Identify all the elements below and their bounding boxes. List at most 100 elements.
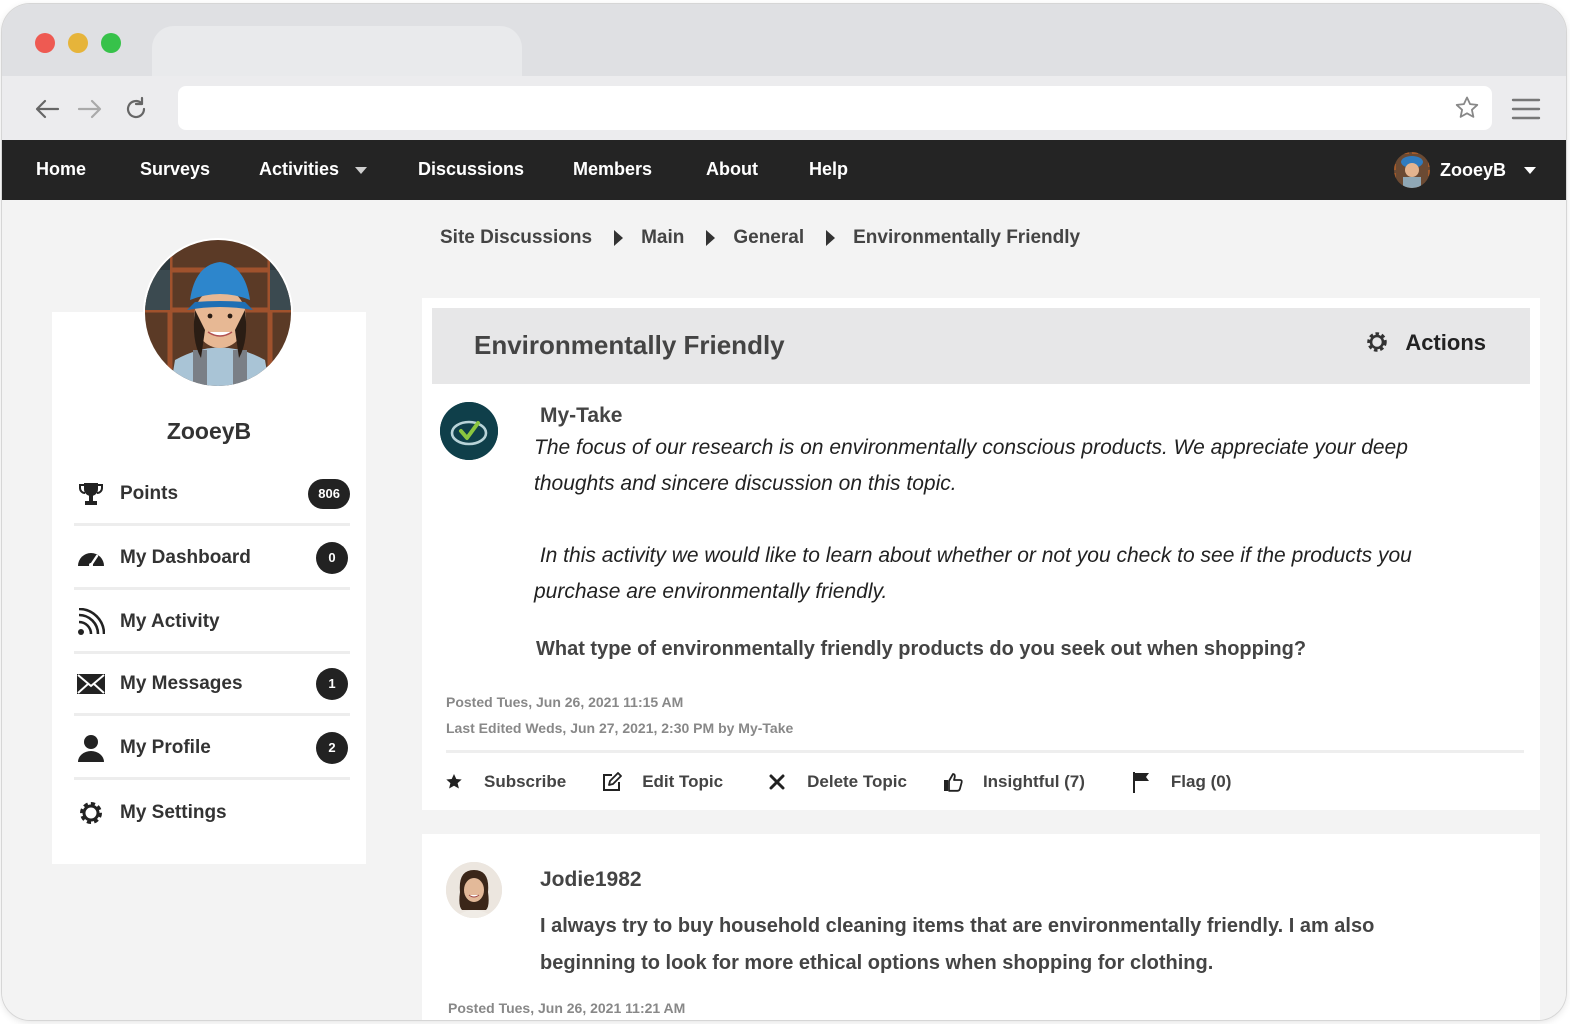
nav-home[interactable]: Home	[36, 140, 86, 200]
post-question: What type of environmentally friendly pr…	[536, 638, 1307, 660]
topic-title: Environmentally Friendly	[474, 330, 785, 360]
gear-icon	[1365, 330, 1391, 356]
sidebar-item-activity[interactable]: My Activity	[74, 592, 350, 654]
sidebar-item-label: My Activity	[120, 610, 220, 632]
minimize-window-button[interactable]	[68, 33, 88, 53]
browser-titlebar	[2, 4, 1566, 76]
sidebar-item-label: Points	[120, 482, 179, 504]
hamburger-menu-icon[interactable]	[1510, 96, 1542, 122]
delete-topic-label: Delete Topic	[807, 772, 907, 791]
browser-toolbar	[2, 76, 1566, 142]
reply-body-line: I always try to buy household cleaning i…	[540, 915, 1375, 937]
post-body-line: In this activity we would like to learn …	[534, 544, 1412, 567]
nav-about[interactable]: About	[706, 140, 758, 200]
breadcrumb-current: Environmentally Friendly	[853, 227, 1081, 248]
nav-activities[interactable]: Activities	[259, 140, 368, 200]
sidebar-item-label: My Dashboard	[120, 546, 251, 568]
breadcrumb: Site Discussions Main General Environmen…	[440, 224, 1080, 252]
post-body-line: thoughts and sincere discussion on this …	[534, 472, 957, 495]
forward-arrow-icon[interactable]	[75, 94, 105, 124]
actions-button[interactable]: Actions	[1365, 330, 1486, 356]
nav-members[interactable]: Members	[573, 140, 652, 200]
browser-window: Home Surveys Activities Discussions Memb…	[2, 4, 1566, 1020]
envelope-icon	[76, 669, 106, 699]
caret-right-icon	[706, 230, 716, 246]
post-author[interactable]: My-Take	[540, 404, 622, 428]
gear-icon	[76, 798, 106, 828]
topic-action-bar: Subscribe Edit Topic Delete Topic Insigh…	[444, 768, 1231, 796]
avatar[interactable]	[446, 862, 502, 918]
sidebar-item-points[interactable]: Points 806	[74, 464, 350, 526]
nav-surveys[interactable]: Surveys	[140, 140, 210, 200]
breadcrumb-general[interactable]: General	[733, 227, 804, 249]
thumbs-up-icon	[943, 772, 963, 792]
address-bar[interactable]	[178, 86, 1492, 130]
user-menu-name: ZooeyB	[1440, 159, 1507, 180]
sidebar-item-dashboard[interactable]: My Dashboard 0	[74, 528, 350, 590]
insightful-button[interactable]: Insightful (7)	[943, 772, 1085, 792]
nav-activities-label: Activities	[259, 159, 340, 179]
sidebar-item-profile[interactable]: My Profile 2	[74, 718, 350, 780]
chevron-down-icon	[1524, 166, 1537, 174]
user-menu[interactable]: ZooeyB	[1394, 148, 1537, 192]
close-icon	[767, 772, 787, 792]
nav-discussions[interactable]: Discussions	[418, 140, 524, 200]
edit-topic-label: Edit Topic	[642, 772, 724, 791]
profile-username: ZooeyB	[166, 418, 252, 444]
star-icon	[444, 772, 464, 792]
rss-feed-icon	[76, 607, 106, 637]
reply-body: I always try to buy household cleaning i…	[540, 908, 1440, 982]
profile-sidebar: Points 806 My Dashboard 0 My Activity My…	[52, 312, 366, 864]
post-body-line: purchase are environmentally friendly.	[534, 580, 888, 603]
divider	[446, 750, 1524, 753]
dashboard-gauge-icon	[76, 543, 106, 573]
maximize-window-button[interactable]	[101, 33, 121, 53]
breadcrumb-main[interactable]: Main	[641, 227, 684, 249]
post-body-line: The focus of our research is on environm…	[534, 436, 1408, 459]
delete-topic-button[interactable]: Delete Topic	[767, 772, 907, 792]
points-badge: 806	[308, 478, 350, 509]
sidebar-item-label: My Messages	[120, 672, 243, 694]
subscribe-label: Subscribe	[484, 772, 567, 791]
flag-button[interactable]: Flag (0)	[1131, 772, 1232, 793]
reload-icon[interactable]	[121, 94, 151, 124]
avatar	[1394, 152, 1430, 188]
close-window-button[interactable]	[35, 33, 55, 53]
edit-topic-button[interactable]: Edit Topic	[602, 772, 723, 792]
caret-right-icon	[826, 230, 836, 246]
subscribe-button[interactable]: Subscribe	[444, 772, 566, 792]
sidebar-item-messages[interactable]: My Messages 1	[74, 654, 350, 716]
nav-help[interactable]: Help	[809, 140, 848, 200]
bookmark-star-icon[interactable]	[1454, 95, 1480, 121]
chevron-down-icon	[355, 166, 368, 174]
profile-photo[interactable]	[143, 238, 293, 388]
trophy-icon	[76, 479, 106, 509]
messages-count-badge: 1	[316, 667, 348, 700]
reply-author[interactable]: Jodie1982	[540, 868, 642, 892]
sidebar-item-label: My Profile	[120, 736, 211, 758]
sidebar-item-settings[interactable]: My Settings	[74, 782, 350, 844]
topic-header: Environmentally Friendly Actions	[432, 308, 1530, 384]
reply-body-line: beginning to look for more ethical optio…	[540, 952, 1214, 974]
flag-icon	[1131, 772, 1151, 793]
flag-label: Flag (0)	[1170, 772, 1232, 791]
post-timestamp: Posted Tues, Jun 26, 2021 11:15 AM	[446, 694, 684, 710]
caret-right-icon	[614, 230, 624, 246]
actions-label: Actions	[1405, 330, 1486, 355]
post-edited-timestamp: Last Edited Weds, Jun 27, 2021, 2:30 PM …	[446, 720, 794, 736]
dashboard-count-badge: 0	[316, 541, 348, 574]
reply-card: Jodie1982 I always try to buy household …	[422, 834, 1540, 1020]
breadcrumb-site-discussions[interactable]: Site Discussions	[440, 227, 592, 249]
topic-card: Environmentally Friendly Actions My-Take…	[422, 298, 1540, 810]
back-arrow-icon[interactable]	[32, 94, 62, 124]
user-icon	[76, 733, 106, 763]
sidebar-item-label: My Settings	[120, 802, 227, 823]
reply-timestamp: Posted Tues, Jun 26, 2021 11:21 AM	[448, 1000, 686, 1016]
profile-count-badge: 2	[316, 731, 348, 764]
my-take-logo-icon[interactable]	[440, 402, 498, 460]
page-content: Points 806 My Dashboard 0 My Activity My…	[2, 200, 1566, 1020]
browser-tab[interactable]	[152, 26, 522, 76]
main-navigation: Home Surveys Activities Discussions Memb…	[2, 140, 1566, 200]
edit-icon	[602, 772, 623, 792]
insightful-label: Insightful (7)	[982, 772, 1085, 791]
